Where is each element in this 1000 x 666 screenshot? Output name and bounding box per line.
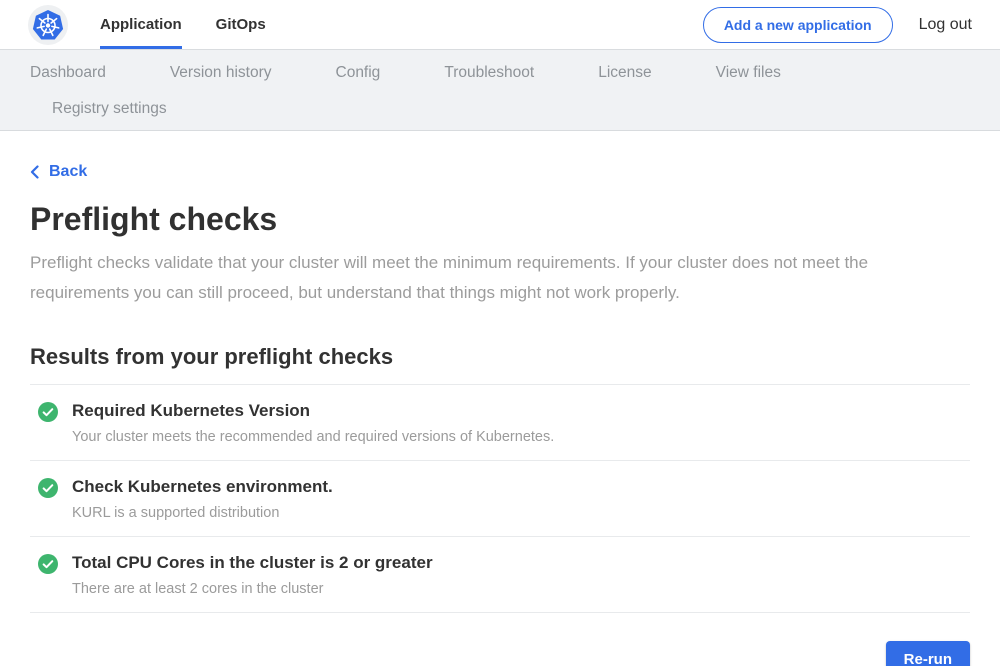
check-detail: There are at least 2 cores in the cluste… [72, 581, 433, 597]
footer-actions: Re-run [30, 641, 970, 666]
check-circle-icon [38, 402, 58, 422]
check-content: Required Kubernetes Version Your cluster… [72, 401, 554, 445]
kubernetes-logo-icon [28, 5, 68, 45]
check-title: Required Kubernetes Version [72, 401, 554, 421]
check-row-kubernetes-environment: Check Kubernetes environment. KURL is a … [30, 461, 970, 537]
topnav-spacer [300, 0, 703, 49]
subnav-row-2: Registry settings [30, 100, 970, 118]
subnav-item-config[interactable]: Config [336, 64, 381, 82]
results-heading: Results from your preflight checks [30, 344, 970, 370]
page-description: Preflight checks validate that your clus… [30, 248, 960, 308]
subnav-item-registry-settings[interactable]: Registry settings [52, 100, 167, 118]
preflight-check-list: Required Kubernetes Version Your cluster… [30, 384, 970, 613]
check-circle-icon [38, 554, 58, 574]
subnav-item-license[interactable]: License [598, 64, 651, 82]
check-content: Check Kubernetes environment. KURL is a … [72, 477, 333, 521]
preflight-page: Back Preflight checks Preflight checks v… [0, 131, 1000, 666]
check-title: Check Kubernetes environment. [72, 477, 333, 497]
subnav-item-version-history[interactable]: Version history [170, 64, 272, 82]
check-detail: KURL is a supported distribution [72, 505, 333, 521]
top-navbar: Application GitOps Add a new application… [0, 0, 1000, 50]
subnav-row-1: Dashboard Version history Config Trouble… [30, 64, 970, 82]
tab-application-label: Application [100, 16, 182, 33]
add-new-application-button[interactable]: Add a new application [703, 7, 893, 43]
check-circle-icon [38, 478, 58, 498]
subnav-item-troubleshoot[interactable]: Troubleshoot [444, 64, 534, 82]
back-link[interactable]: Back [30, 163, 87, 181]
subnav-item-dashboard[interactable]: Dashboard [30, 64, 106, 82]
page-title: Preflight checks [30, 201, 970, 238]
check-detail: Your cluster meets the recommended and r… [72, 429, 554, 445]
tab-gitops[interactable]: GitOps [216, 0, 266, 49]
check-row-kubernetes-version: Required Kubernetes Version Your cluster… [30, 385, 970, 461]
check-row-cpu-cores: Total CPU Cores in the cluster is 2 or g… [30, 537, 970, 613]
rerun-button[interactable]: Re-run [886, 641, 970, 666]
logout-button[interactable]: Log out [919, 16, 972, 34]
check-title: Total CPU Cores in the cluster is 2 or g… [72, 553, 433, 573]
subnav-item-view-files[interactable]: View files [716, 64, 781, 82]
tab-application[interactable]: Application [100, 0, 182, 49]
check-content: Total CPU Cores in the cluster is 2 or g… [72, 553, 433, 597]
chevron-left-icon [30, 165, 39, 179]
tab-gitops-label: GitOps [216, 16, 266, 33]
back-link-label: Back [49, 163, 87, 181]
app-subnav: Dashboard Version history Config Trouble… [0, 50, 1000, 131]
